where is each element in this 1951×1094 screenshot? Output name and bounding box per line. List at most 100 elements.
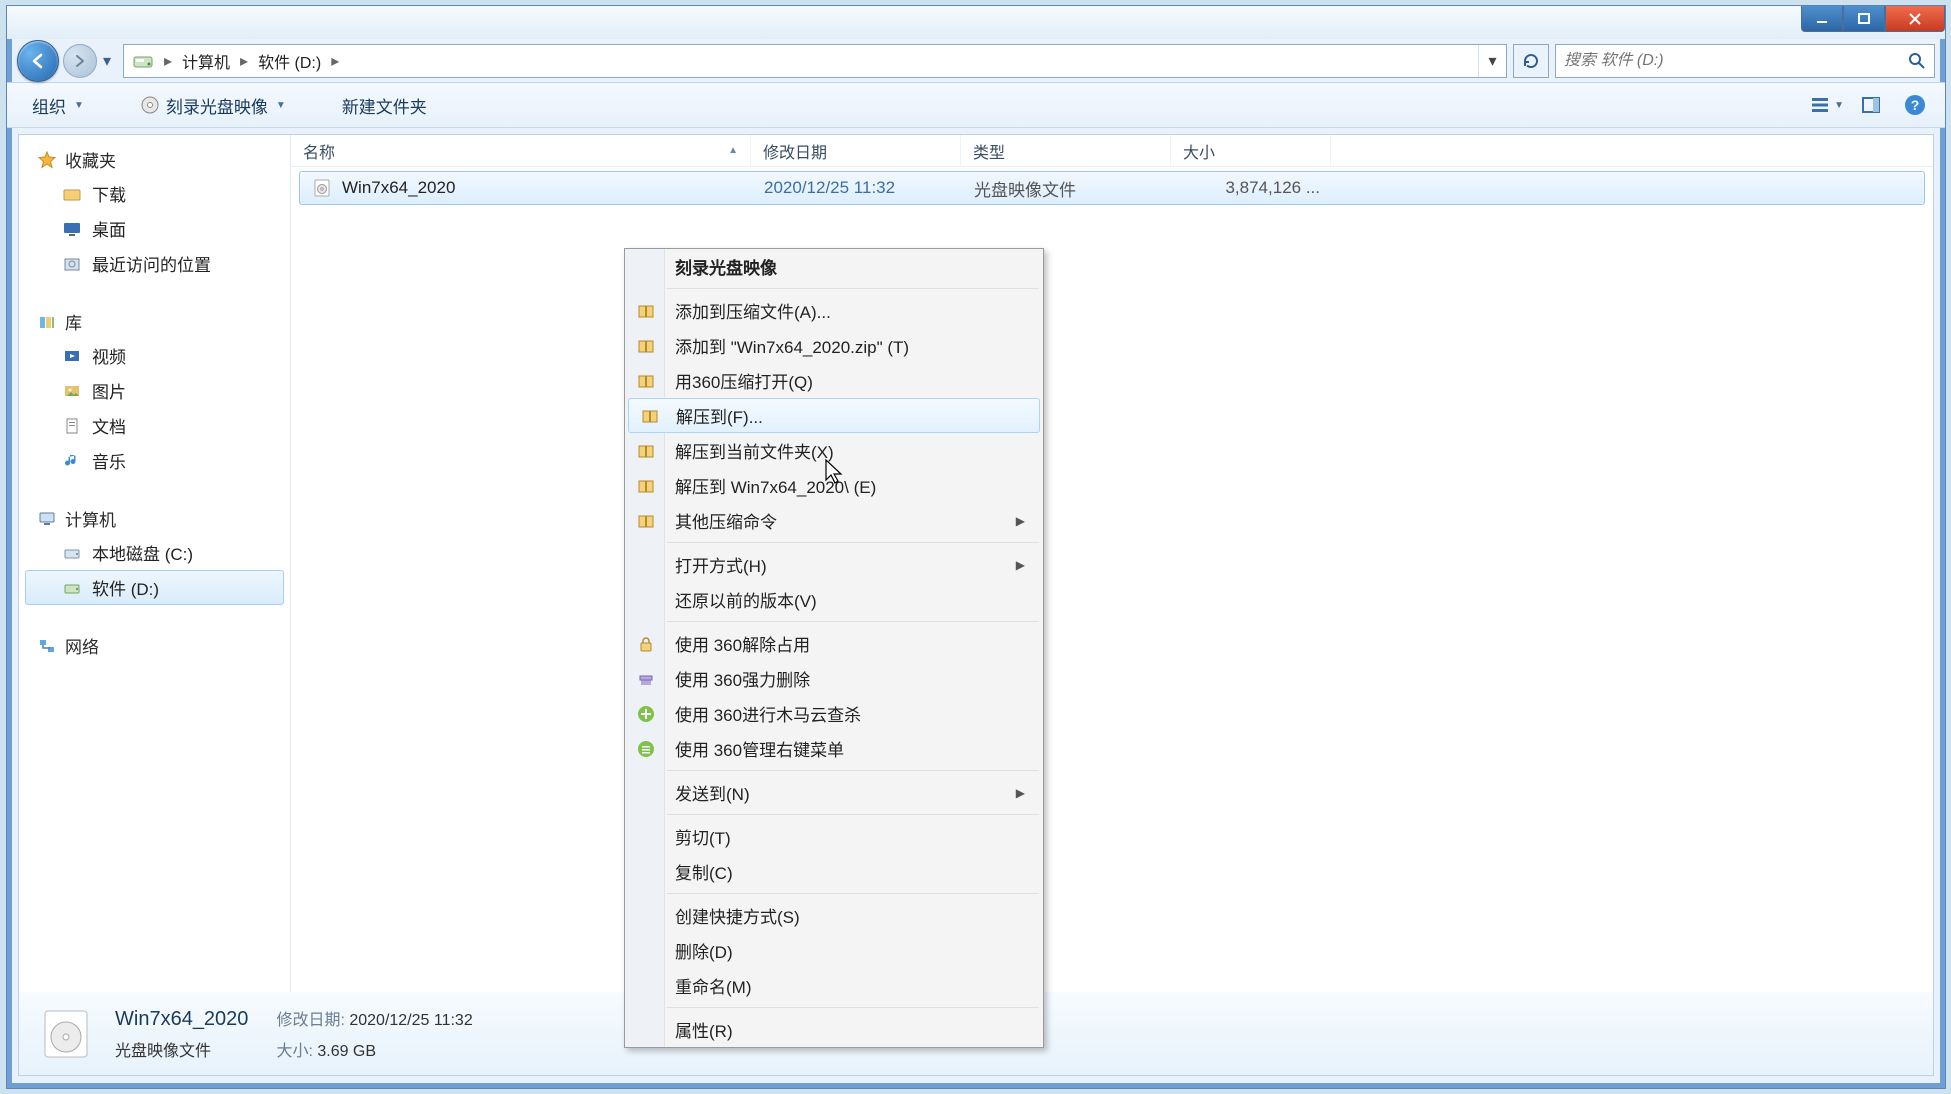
file-row[interactable]: Win7x64_2020 2020/12/25 11:32 光盘映像文件 3,8… bbox=[299, 171, 1925, 205]
sidebar-libraries[interactable]: 库 bbox=[19, 303, 290, 338]
sidebar-drive-c[interactable]: 本地磁盘 (C:) bbox=[19, 535, 290, 570]
ctx-add-to-archive[interactable]: 添加到压缩文件(A)... bbox=[625, 293, 1043, 328]
organize-label: 组织 bbox=[32, 93, 66, 118]
ctx-separator bbox=[667, 542, 1039, 543]
ctx-rename[interactable]: 重命名(M) bbox=[625, 968, 1043, 1003]
sidebar-videos[interactable]: 视频 bbox=[19, 338, 290, 373]
archive-icon bbox=[635, 510, 657, 532]
breadcrumb-computer[interactable]: 计算机 bbox=[174, 45, 238, 77]
caret-icon: ▼ bbox=[1834, 100, 1844, 111]
nav-history-dropdown[interactable]: ▾ bbox=[97, 44, 117, 78]
file-date: 2020/12/25 11:32 bbox=[752, 178, 962, 198]
sidebar-desktop[interactable]: 桌面 bbox=[19, 211, 290, 246]
star-icon bbox=[37, 150, 57, 170]
ctx-create-shortcut[interactable]: 创建快捷方式(S) bbox=[625, 898, 1043, 933]
ctx-copy[interactable]: 复制(C) bbox=[625, 854, 1043, 889]
recent-icon bbox=[62, 254, 82, 274]
cursor-icon bbox=[824, 458, 846, 486]
disc-icon bbox=[140, 95, 160, 115]
burn-label: 刻录光盘映像 bbox=[166, 93, 268, 118]
music-icon bbox=[62, 451, 82, 471]
sidebar-downloads[interactable]: 下载 bbox=[19, 176, 290, 211]
shredder-icon bbox=[635, 668, 657, 690]
ctx-add-to-zip[interactable]: 添加到 "Win7x64_2020.zip" (T) bbox=[625, 328, 1043, 363]
details-size: 3.69 GB bbox=[317, 1043, 376, 1060]
ctx-cut[interactable]: 剪切(T) bbox=[625, 819, 1043, 854]
window-close-button[interactable] bbox=[1885, 6, 1945, 32]
preview-pane-button[interactable] bbox=[1853, 90, 1889, 120]
sidebar-computer[interactable]: 计算机 bbox=[19, 500, 290, 535]
search-input[interactable] bbox=[1564, 52, 1908, 70]
caret-icon: ▼ bbox=[276, 100, 286, 111]
details-type: 光盘映像文件 bbox=[115, 1037, 248, 1061]
drive-icon bbox=[124, 45, 162, 77]
ctx-delete[interactable]: 删除(D) bbox=[625, 933, 1043, 968]
archive-icon bbox=[639, 405, 661, 427]
ctx-send-to[interactable]: 发送到(N)▶ bbox=[625, 775, 1043, 810]
nav-forward-button[interactable] bbox=[63, 44, 97, 78]
search-box[interactable] bbox=[1555, 44, 1935, 78]
toolbar: 组织 ▼ 刻录光盘映像 ▼ 新建文件夹 ▼ ? bbox=[7, 82, 1945, 128]
ctx-other-zip-commands[interactable]: 其他压缩命令▶ bbox=[625, 503, 1043, 538]
ctx-burn-disc-image[interactable]: 刻录光盘映像 bbox=[625, 249, 1043, 284]
burn-disc-image-button[interactable]: 刻录光盘映像 ▼ bbox=[127, 88, 299, 123]
ctx-extract-to[interactable]: 解压到(F)... bbox=[628, 398, 1040, 433]
col-date[interactable]: 修改日期 bbox=[751, 135, 961, 166]
drive-icon bbox=[62, 543, 82, 563]
col-type[interactable]: 类型 bbox=[961, 135, 1171, 166]
drive-icon bbox=[62, 578, 82, 598]
ctx-360-force-delete[interactable]: 使用 360强力删除 bbox=[625, 661, 1043, 696]
sort-asc-icon: ▲ bbox=[728, 145, 738, 156]
network-icon bbox=[37, 636, 57, 656]
ctx-separator bbox=[667, 770, 1039, 771]
new-folder-button[interactable]: 新建文件夹 bbox=[329, 88, 440, 123]
organize-button[interactable]: 组织 ▼ bbox=[19, 88, 97, 123]
iso-file-icon bbox=[312, 178, 332, 198]
ctx-restore-previous[interactable]: 还原以前的版本(V) bbox=[625, 582, 1043, 617]
ctx-separator bbox=[667, 893, 1039, 894]
new-folder-label: 新建文件夹 bbox=[342, 93, 427, 118]
ctx-properties[interactable]: 属性(R) bbox=[625, 1012, 1043, 1047]
column-headers: 名称▲ 修改日期 类型 大小 bbox=[291, 135, 1933, 167]
ctx-open-with-360zip[interactable]: 用360压缩打开(Q) bbox=[625, 363, 1043, 398]
ctx-360-manage-menu[interactable]: 使用 360管理右键菜单 bbox=[625, 731, 1043, 766]
col-size[interactable]: 大小 bbox=[1171, 135, 1331, 166]
sidebar-recent[interactable]: 最近访问的位置 bbox=[19, 246, 290, 281]
submenu-arrow-icon: ▶ bbox=[1016, 558, 1025, 572]
shield-icon bbox=[635, 703, 657, 725]
breadcrumb-drive[interactable]: 软件 (D:) bbox=[250, 45, 329, 77]
col-name[interactable]: 名称▲ bbox=[291, 135, 751, 166]
ctx-open-with[interactable]: 打开方式(H)▶ bbox=[625, 547, 1043, 582]
help-button[interactable]: ? bbox=[1897, 90, 1933, 120]
libraries-icon bbox=[37, 312, 57, 332]
ctx-separator bbox=[667, 288, 1039, 289]
ctx-360-cloud-scan[interactable]: 使用 360进行木马云查杀 bbox=[625, 696, 1043, 731]
document-icon bbox=[62, 416, 82, 436]
details-date: 2020/12/25 11:32 bbox=[349, 1012, 472, 1029]
change-view-button[interactable]: ▼ bbox=[1809, 90, 1845, 120]
refresh-button[interactable] bbox=[1513, 44, 1549, 78]
sidebar-network[interactable]: 网络 bbox=[19, 627, 290, 662]
address-bar[interactable]: ▸ 计算机 ▸ 软件 (D:) ▸ ▾ bbox=[123, 44, 1507, 78]
archive-icon bbox=[635, 440, 657, 462]
sidebar-documents[interactable]: 文档 bbox=[19, 408, 290, 443]
sidebar-pictures[interactable]: 图片 bbox=[19, 373, 290, 408]
nav-back-button[interactable] bbox=[17, 40, 59, 82]
nav-row: ▾ ▸ 计算机 ▸ 软件 (D:) ▸ ▾ bbox=[7, 39, 1945, 82]
video-icon bbox=[62, 346, 82, 366]
archive-icon bbox=[635, 475, 657, 497]
details-size-label: 大小: bbox=[276, 1043, 312, 1060]
nav-sidebar: 收藏夹 下载 桌面 最近访问的位置 库 视频 图片 文档 音乐 计算机 本地磁盘… bbox=[19, 135, 291, 1075]
sidebar-drive-d[interactable]: 软件 (D:) bbox=[25, 570, 284, 605]
ctx-360-unlock[interactable]: 使用 360解除占用 bbox=[625, 626, 1043, 661]
desktop-icon bbox=[62, 219, 82, 239]
sidebar-favorites[interactable]: 收藏夹 bbox=[19, 141, 290, 176]
sidebar-label: 收藏夹 bbox=[65, 147, 116, 172]
ctx-separator bbox=[667, 1007, 1039, 1008]
archive-icon bbox=[635, 370, 657, 392]
window-minimize-button[interactable] bbox=[1801, 6, 1843, 32]
title-bar bbox=[7, 6, 1945, 39]
window-maximize-button[interactable] bbox=[1843, 6, 1885, 32]
sidebar-music[interactable]: 音乐 bbox=[19, 443, 290, 478]
address-dropdown[interactable]: ▾ bbox=[1478, 45, 1506, 77]
